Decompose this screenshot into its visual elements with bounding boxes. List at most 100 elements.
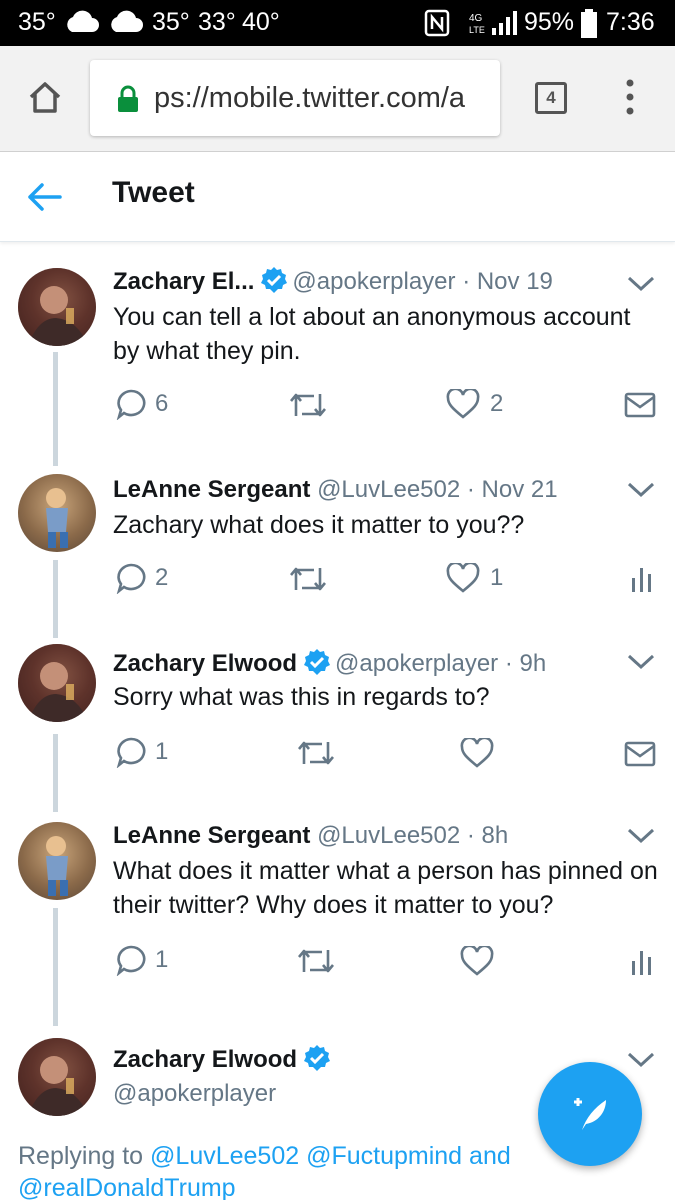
weather-temp: 33° bbox=[198, 8, 236, 36]
battery-icon bbox=[580, 9, 598, 46]
author-handle-time[interactable]: @apokerplayer · Nov 19 bbox=[292, 268, 552, 295]
verified-badge-icon bbox=[304, 1045, 331, 1071]
author-handle-time[interactable]: @LuvLee502 · 8h bbox=[317, 822, 508, 849]
author-handle-time[interactable]: @LuvLee502 · Nov 21 bbox=[317, 476, 558, 503]
retweet-button[interactable] bbox=[296, 738, 336, 768]
author-name[interactable]: Zachary El... bbox=[113, 268, 254, 295]
avatar[interactable] bbox=[18, 268, 96, 346]
avatar[interactable] bbox=[18, 644, 96, 722]
like-button[interactable] bbox=[460, 738, 494, 768]
more-icon[interactable] bbox=[620, 78, 640, 121]
signal-icon bbox=[490, 10, 520, 43]
lte-icon: 4G LTE bbox=[468, 10, 486, 43]
cloud-icon bbox=[64, 10, 100, 41]
reply-icon bbox=[116, 737, 146, 768]
nfc-icon bbox=[424, 9, 450, 44]
analytics-button[interactable] bbox=[630, 564, 654, 594]
analytics-icon bbox=[632, 568, 651, 592]
author-name[interactable]: Zachary Elwood bbox=[113, 650, 297, 677]
like-button[interactable] bbox=[460, 946, 494, 976]
chevron-down-icon[interactable] bbox=[626, 652, 656, 672]
chevron-down-icon[interactable] bbox=[626, 1050, 656, 1070]
verified-badge-icon bbox=[304, 649, 331, 675]
page-title: Tweet bbox=[112, 176, 195, 209]
url-bar[interactable]: ps://mobile.twitter.com/a bbox=[90, 60, 500, 136]
verified-badge-icon bbox=[261, 267, 288, 293]
compose-feather-icon bbox=[574, 1098, 606, 1130]
heart-icon bbox=[446, 389, 480, 419]
analytics-button[interactable] bbox=[630, 947, 654, 977]
reply-icon bbox=[116, 945, 146, 976]
mention-link[interactable]: @realDonaldTrump bbox=[18, 1174, 236, 1200]
thread-line bbox=[53, 352, 58, 466]
like-button[interactable]: 2 bbox=[446, 389, 503, 419]
retweet-icon bbox=[290, 567, 326, 591]
page-header: Tweet bbox=[0, 152, 675, 242]
author-handle-time[interactable]: @apokerplayer · 9h bbox=[335, 650, 546, 677]
mention-link[interactable]: @Fuctupmind bbox=[306, 1142, 462, 1170]
author-name[interactable]: LeAnne Sergeant bbox=[113, 476, 310, 503]
like-button[interactable]: 1 bbox=[446, 563, 503, 593]
author-name[interactable]: LeAnne Sergeant bbox=[113, 822, 310, 849]
weather-temp: 40° bbox=[242, 8, 280, 36]
url-text: ps://mobile.twitter.com/a bbox=[154, 82, 466, 114]
reply-button[interactable]: 1 bbox=[115, 736, 168, 768]
reply-button[interactable]: 2 bbox=[115, 562, 168, 594]
thread-line bbox=[53, 908, 58, 1026]
analytics-icon bbox=[632, 951, 651, 975]
direct-message-button[interactable] bbox=[624, 392, 656, 418]
back-arrow-icon[interactable] bbox=[26, 182, 62, 217]
avatar[interactable] bbox=[18, 474, 96, 552]
heart-icon bbox=[460, 946, 494, 976]
replying-prefix: Replying to bbox=[18, 1142, 144, 1170]
reply-count: 2 bbox=[155, 564, 169, 591]
reply-icon bbox=[116, 563, 146, 594]
tweet-text: Sorry what was this in regards to? bbox=[113, 683, 490, 711]
retweet-button[interactable] bbox=[288, 564, 328, 594]
tab-switcher-button[interactable]: 4 bbox=[535, 82, 567, 114]
author-handle[interactable]: @apokerplayer bbox=[113, 1080, 276, 1107]
mention-conjunction: and bbox=[469, 1142, 511, 1170]
clock: 7:36 bbox=[606, 8, 655, 36]
svg-text:LTE: LTE bbox=[469, 25, 485, 35]
chevron-down-icon[interactable] bbox=[626, 274, 656, 294]
retweet-icon bbox=[298, 741, 334, 765]
avatar[interactable] bbox=[18, 822, 96, 900]
retweet-button[interactable] bbox=[296, 946, 336, 976]
status-bar: 35° 35° 33° 40° 4G LTE 95% 7:36 bbox=[0, 0, 675, 46]
reply-button[interactable]: 6 bbox=[115, 388, 168, 420]
thread-line bbox=[53, 560, 58, 638]
reply-icon bbox=[116, 389, 146, 420]
mail-icon bbox=[624, 741, 656, 767]
tweet-text: You can tell a lot about an anonymous ac… bbox=[113, 303, 631, 365]
compose-tweet-button[interactable] bbox=[538, 1062, 642, 1166]
weather-temp: 35° bbox=[18, 8, 56, 36]
chevron-down-icon[interactable] bbox=[626, 826, 656, 846]
cloud-icon bbox=[108, 10, 144, 41]
mail-icon bbox=[624, 392, 656, 418]
author-name[interactable]: Zachary Elwood bbox=[113, 1046, 297, 1073]
home-icon[interactable] bbox=[26, 78, 64, 121]
like-count: 1 bbox=[490, 564, 504, 591]
tweet-text: Zachary what does it matter to you?? bbox=[113, 511, 525, 539]
svg-text:4G: 4G bbox=[469, 13, 483, 24]
browser-toolbar: ps://mobile.twitter.com/a 4 bbox=[0, 46, 675, 152]
weather-temp: 35° bbox=[152, 8, 190, 36]
reply-count: 6 bbox=[155, 390, 169, 417]
tweet-text: What does it matter what a person has pi… bbox=[113, 857, 658, 919]
battery-percent: 95% bbox=[524, 8, 575, 36]
thread-line bbox=[53, 734, 58, 812]
chevron-down-icon[interactable] bbox=[626, 480, 656, 500]
heart-icon bbox=[460, 738, 494, 768]
reply-count: 1 bbox=[155, 946, 169, 973]
heart-icon bbox=[446, 563, 480, 593]
reply-button[interactable]: 1 bbox=[115, 944, 168, 976]
retweet-icon bbox=[298, 949, 334, 973]
retweet-button[interactable] bbox=[288, 390, 328, 420]
like-count: 2 bbox=[490, 390, 504, 417]
mention-link[interactable]: @LuvLee502 bbox=[150, 1142, 299, 1170]
retweet-icon bbox=[290, 393, 326, 417]
direct-message-button[interactable] bbox=[624, 741, 656, 767]
avatar[interactable] bbox=[18, 1038, 96, 1116]
lock-icon bbox=[116, 84, 140, 119]
